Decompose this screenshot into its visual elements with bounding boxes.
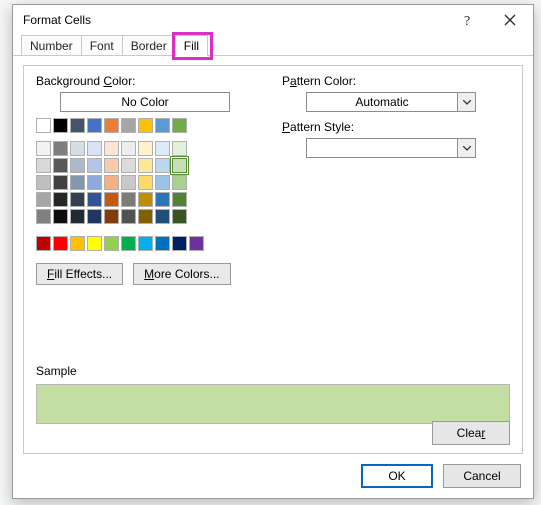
color-swatch[interactable]: [138, 175, 153, 190]
dialog-footer: OK Cancel: [361, 464, 521, 488]
color-swatch[interactable]: [53, 141, 68, 156]
left-column: Background Color: No Color Fill Effects.…: [36, 74, 276, 285]
help-button[interactable]: ?: [447, 7, 489, 33]
color-swatch[interactable]: [36, 209, 51, 224]
tab-fill[interactable]: Fill: [175, 35, 208, 55]
color-swatch[interactable]: [121, 192, 136, 207]
color-swatch[interactable]: [172, 118, 187, 133]
color-swatch[interactable]: [87, 158, 102, 173]
color-swatch[interactable]: [121, 141, 136, 156]
dialog-body: Background Color: No Color Fill Effects.…: [23, 65, 523, 454]
background-color-label: Background Color:: [36, 74, 276, 88]
color-swatch[interactable]: [155, 158, 170, 173]
color-swatch[interactable]: [70, 158, 85, 173]
color-swatch[interactable]: [189, 236, 204, 251]
right-column: Pattern Color: Automatic Pattern Style:: [282, 74, 510, 158]
cancel-button[interactable]: Cancel: [443, 464, 521, 488]
color-swatch[interactable]: [138, 158, 153, 173]
color-swatch[interactable]: [172, 209, 187, 224]
color-swatch[interactable]: [121, 175, 136, 190]
color-swatch[interactable]: [172, 236, 187, 251]
sample-preview: [36, 384, 510, 424]
pattern-color-label: Pattern Color:: [282, 74, 510, 88]
tab-border[interactable]: Border: [122, 35, 176, 55]
color-swatch[interactable]: [155, 175, 170, 190]
clear-button[interactable]: Clear: [432, 421, 510, 445]
color-swatch[interactable]: [104, 118, 119, 133]
color-swatch[interactable]: [53, 158, 68, 173]
color-swatch[interactable]: [104, 236, 119, 251]
close-button[interactable]: [489, 7, 531, 33]
color-swatch[interactable]: [172, 141, 187, 156]
color-palette: [36, 118, 276, 251]
color-swatch[interactable]: [53, 209, 68, 224]
color-swatch[interactable]: [36, 192, 51, 207]
pattern-style-label: Pattern Style:: [282, 120, 510, 134]
svg-text:?: ?: [464, 14, 470, 27]
fill-effects-button[interactable]: Fill Effects...: [36, 263, 123, 285]
tabstrip: Number Font Border Fill: [13, 35, 533, 56]
color-swatch[interactable]: [36, 236, 51, 251]
tab-font[interactable]: Font: [81, 35, 123, 55]
color-swatch[interactable]: [87, 192, 102, 207]
color-swatch[interactable]: [70, 209, 85, 224]
color-swatch[interactable]: [70, 141, 85, 156]
color-swatch[interactable]: [172, 192, 187, 207]
color-swatch[interactable]: [104, 141, 119, 156]
color-swatch[interactable]: [36, 158, 51, 173]
tab-number[interactable]: Number: [21, 35, 82, 55]
color-swatch[interactable]: [172, 175, 187, 190]
color-swatch[interactable]: [53, 192, 68, 207]
color-swatch[interactable]: [155, 141, 170, 156]
color-swatch[interactable]: [104, 158, 119, 173]
chevron-down-icon[interactable]: [457, 93, 475, 111]
color-swatch[interactable]: [36, 175, 51, 190]
color-swatch[interactable]: [121, 236, 136, 251]
titlebar: Format Cells ?: [13, 5, 533, 35]
color-swatch[interactable]: [53, 118, 68, 133]
color-swatch[interactable]: [87, 236, 102, 251]
color-swatch[interactable]: [53, 175, 68, 190]
color-swatch[interactable]: [36, 141, 51, 156]
color-swatch[interactable]: [104, 175, 119, 190]
dialog-title: Format Cells: [23, 13, 447, 27]
color-swatch[interactable]: [87, 209, 102, 224]
pattern-style-dropdown[interactable]: [306, 138, 476, 158]
color-swatch[interactable]: [138, 209, 153, 224]
color-swatch[interactable]: [121, 209, 136, 224]
color-swatch[interactable]: [70, 192, 85, 207]
color-swatch[interactable]: [155, 192, 170, 207]
color-swatch[interactable]: [172, 158, 187, 173]
color-swatch[interactable]: [155, 118, 170, 133]
chevron-down-icon[interactable]: [457, 139, 475, 157]
color-swatch[interactable]: [87, 118, 102, 133]
color-swatch[interactable]: [53, 236, 68, 251]
ok-button[interactable]: OK: [361, 464, 433, 488]
color-swatch[interactable]: [138, 192, 153, 207]
color-swatch[interactable]: [70, 236, 85, 251]
color-swatch[interactable]: [138, 141, 153, 156]
pattern-color-dropdown[interactable]: Automatic: [306, 92, 476, 112]
no-color-button[interactable]: No Color: [60, 92, 230, 112]
color-swatch[interactable]: [155, 236, 170, 251]
color-swatch[interactable]: [104, 192, 119, 207]
sample-group: Sample: [36, 364, 510, 424]
color-swatch[interactable]: [104, 209, 119, 224]
color-swatch[interactable]: [155, 209, 170, 224]
color-swatch[interactable]: [87, 141, 102, 156]
color-swatch[interactable]: [70, 118, 85, 133]
color-swatch[interactable]: [70, 175, 85, 190]
format-cells-dialog: Format Cells ? Number Font Border Fill B…: [12, 4, 534, 499]
color-swatch[interactable]: [121, 158, 136, 173]
sample-label: Sample: [36, 364, 510, 378]
color-swatch[interactable]: [87, 175, 102, 190]
color-swatch[interactable]: [138, 118, 153, 133]
more-colors-button[interactable]: More Colors...: [133, 263, 230, 285]
color-swatch[interactable]: [138, 236, 153, 251]
color-swatch[interactable]: [121, 118, 136, 133]
color-swatch[interactable]: [36, 118, 51, 133]
